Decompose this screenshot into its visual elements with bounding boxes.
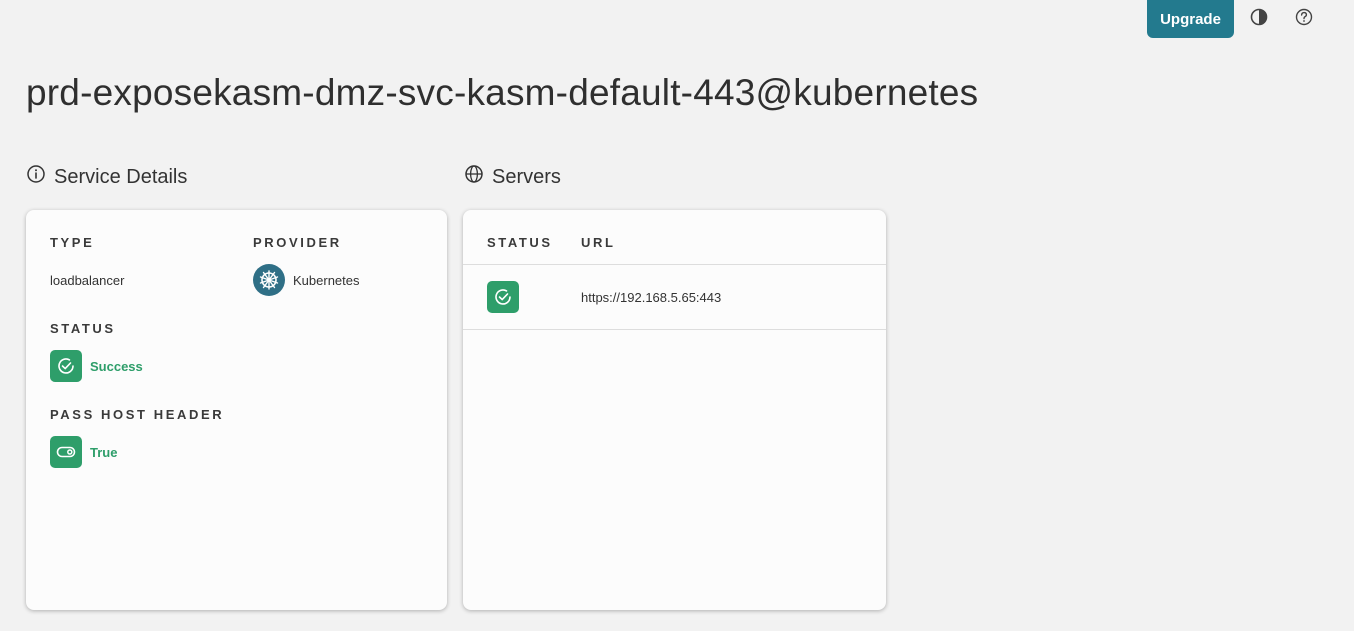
- provider-label: PROVIDER: [253, 235, 342, 250]
- status-value: Success: [90, 359, 143, 374]
- status-label: STATUS: [50, 321, 116, 336]
- toggle-on-icon: [50, 436, 82, 468]
- column-status: STATUS: [487, 235, 553, 250]
- contrast-icon[interactable]: [1248, 6, 1270, 28]
- service-details-card: TYPE loadbalancer PROVIDER Kubernetes ST…: [26, 210, 447, 610]
- success-check-icon: [50, 350, 82, 382]
- globe-icon: [464, 164, 484, 190]
- type-value: loadbalancer: [50, 273, 125, 288]
- service-details-title: Service Details: [54, 165, 188, 188]
- top-bar: Upgrade: [0, 0, 1354, 40]
- servers-table-header: STATUS URL: [463, 210, 886, 265]
- pass-host-header-label: PASS HOST HEADER: [50, 407, 225, 422]
- page-title: prd-exposekasm-dmz-svc-kasm-default-443@…: [26, 72, 979, 113]
- help-circle-icon[interactable]: [1293, 6, 1315, 28]
- pass-host-header-value: True: [90, 445, 118, 460]
- provider-value: Kubernetes: [293, 273, 360, 288]
- servers-title: Servers: [492, 165, 561, 188]
- servers-heading: Servers: [464, 164, 561, 190]
- kubernetes-icon: [253, 264, 285, 296]
- type-label: TYPE: [50, 235, 95, 250]
- servers-card: STATUS URL https://192.168.5.65:443: [463, 210, 886, 610]
- service-details-heading: Service Details: [26, 164, 187, 190]
- info-circle-icon: [26, 164, 46, 190]
- upgrade-button[interactable]: Upgrade: [1147, 0, 1234, 38]
- success-check-icon: [487, 281, 519, 313]
- server-url: https://192.168.5.65:443: [581, 290, 722, 305]
- column-url: URL: [581, 235, 616, 250]
- table-row[interactable]: https://192.168.5.65:443: [463, 265, 886, 330]
